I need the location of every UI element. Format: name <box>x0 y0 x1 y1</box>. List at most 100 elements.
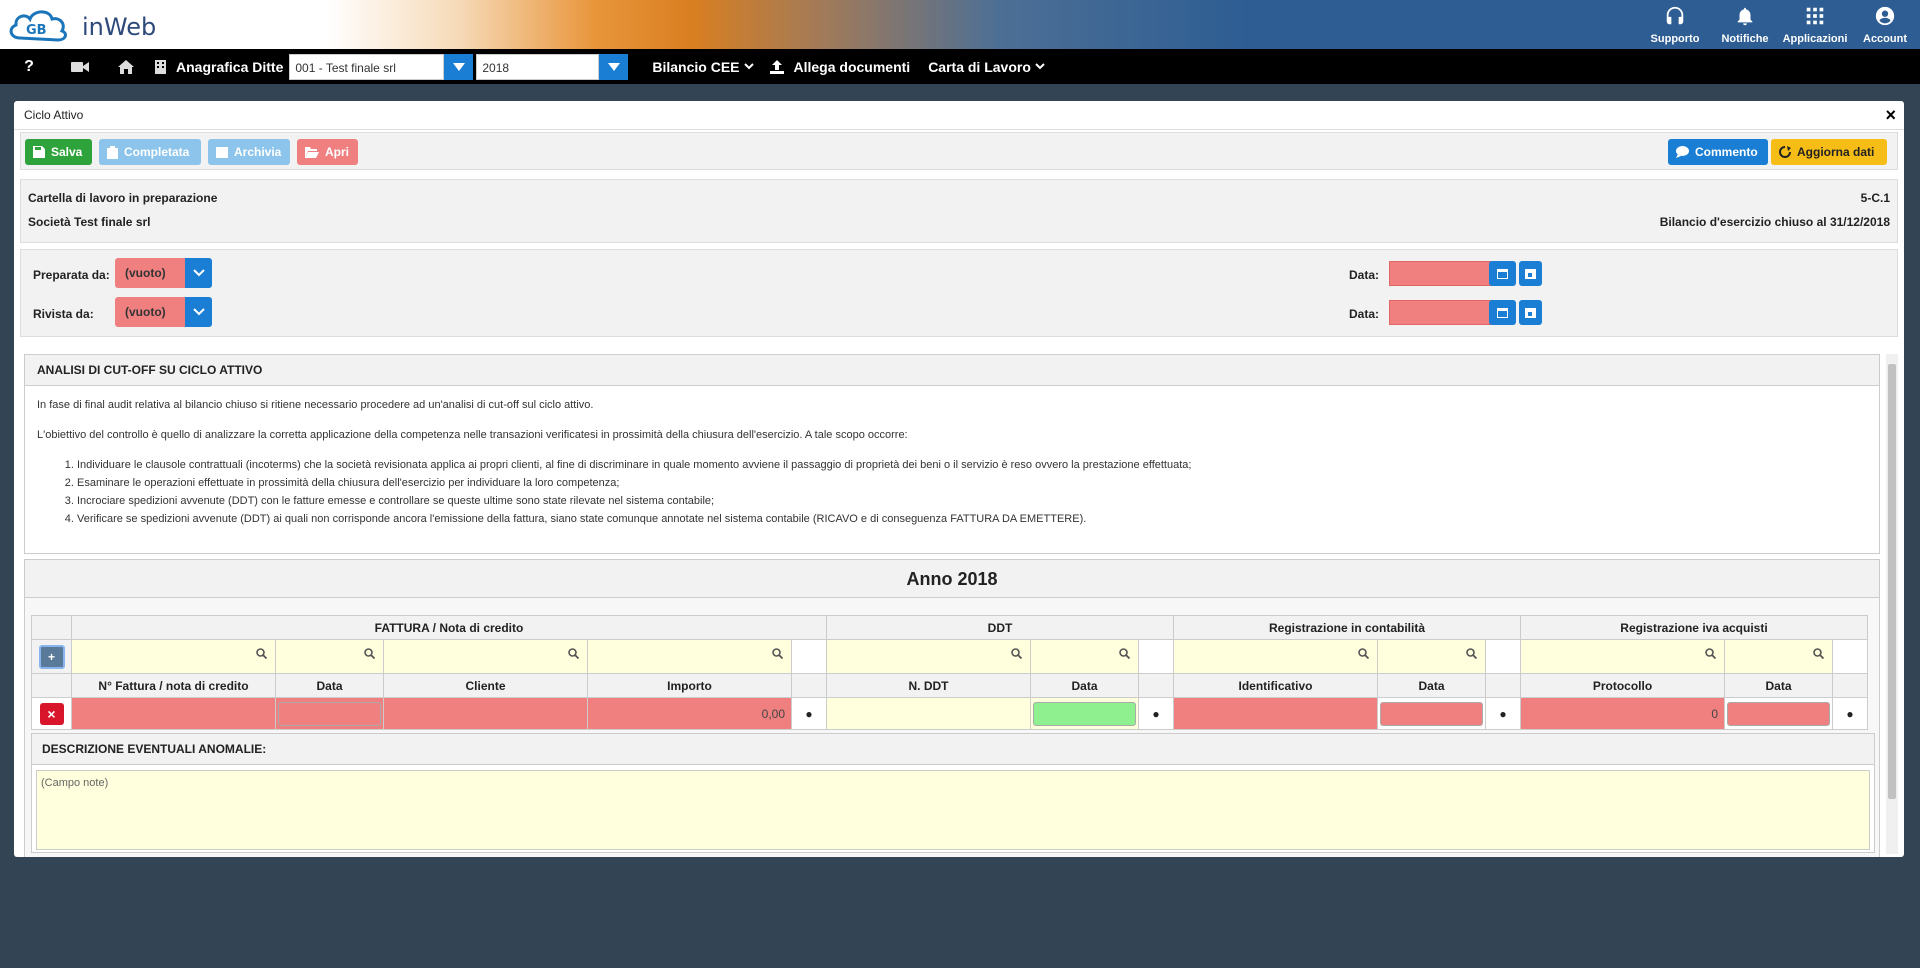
filter-input[interactable] <box>275 639 384 674</box>
column-header: Data <box>275 673 384 698</box>
company-select[interactable]: 001 - Test finale srl <box>289 53 474 80</box>
worksheet-info: Cartella di lavoro in preparazione Socie… <box>20 179 1898 243</box>
close-icon[interactable]: × <box>1885 105 1896 126</box>
search-icon <box>1813 648 1824 659</box>
add-row-cell: + <box>31 639 72 674</box>
gb-cloud-logo[interactable]: GB inWeb <box>6 4 156 46</box>
info-icon[interactable]: ● <box>1832 697 1868 730</box>
fiscal-period: Bilancio d'esercizio chiuso al 31/12/201… <box>1659 215 1890 229</box>
prepared-by-select[interactable]: (vuoto) <box>115 258 212 288</box>
info-icon[interactable]: ● <box>1138 697 1174 730</box>
empty-header <box>791 673 827 698</box>
analysis-list-item: Incrociare spedizioni avvenute (DDT) con… <box>77 492 1867 510</box>
save-button[interactable]: Salva <box>25 139 92 165</box>
registration-date-input[interactable] <box>1377 697 1486 730</box>
chevron-down-icon[interactable] <box>185 258 212 288</box>
grid-icon <box>1806 7 1824 25</box>
bell-icon <box>1737 7 1753 26</box>
account-label: Account <box>1863 33 1907 45</box>
filter-input[interactable] <box>1030 639 1139 674</box>
vat-date-input[interactable] <box>1724 697 1833 730</box>
reviewed-date-label: Data: <box>1349 307 1380 321</box>
open-button[interactable]: Apri <box>297 139 358 165</box>
filter-input[interactable] <box>1173 639 1378 674</box>
group-header: Registrazione in contabilità <box>1173 615 1521 640</box>
info-icon[interactable]: ● <box>1485 697 1521 730</box>
empty-cell <box>1138 639 1174 674</box>
menu-allega-documenti-label: Allega documenti <box>793 58 911 75</box>
prepared-by-value: (vuoto) <box>115 258 185 288</box>
scrollbar-thumb[interactable] <box>1888 364 1896 799</box>
account-icon <box>1875 6 1895 26</box>
protocol-input[interactable]: 0 <box>1520 697 1725 730</box>
delete-row-button[interactable]: × <box>39 702 64 725</box>
ddt-date-input[interactable] <box>1030 697 1139 730</box>
reviewed-by-label: Rivista da: <box>33 307 94 321</box>
comment-button[interactable]: Commento <box>1668 139 1768 165</box>
content-scrollbar[interactable] <box>1886 354 1898 854</box>
prepared-by-label: Preparata da: <box>33 268 110 282</box>
empty-header <box>1832 673 1868 698</box>
notes-textarea[interactable]: (Campo note) <box>36 770 1870 850</box>
account-button[interactable]: Account <box>1850 0 1920 49</box>
support-button[interactable]: Supporto <box>1640 0 1710 49</box>
archive-button[interactable]: Archivia <box>208 139 290 165</box>
refresh-icon <box>1779 146 1791 158</box>
search-icon <box>1119 648 1130 659</box>
notifications-button[interactable]: Notifiche <box>1710 0 1780 49</box>
filter-input[interactable] <box>383 639 588 674</box>
calendar-icon[interactable] <box>1489 261 1516 286</box>
reviewed-by-select[interactable]: (vuoto) <box>115 297 212 327</box>
filter-input[interactable] <box>71 639 276 674</box>
help-button[interactable]: ? <box>0 49 58 84</box>
preparation-section: Preparata da: (vuoto) Rivista da: (vuoto… <box>20 249 1898 337</box>
cutoff-analysis-section: ANALISI DI CUT-OFF SU CICLO ATTIVO In fa… <box>24 354 1880 554</box>
group-header: FATTURA / Nota di credito <box>71 615 827 640</box>
calendar-icon[interactable] <box>1489 300 1516 325</box>
year-select[interactable]: 2018 <box>476 53 629 80</box>
refresh-data-button[interactable]: Aggiorna dati <box>1771 139 1887 165</box>
column-header: Identificativo <box>1173 673 1378 698</box>
company-name: Società Test finale srl <box>28 215 151 229</box>
chevron-down-icon[interactable] <box>185 297 212 327</box>
home-icon <box>118 59 134 74</box>
chevron-down-icon[interactable] <box>444 53 474 80</box>
floppy-icon <box>33 146 45 158</box>
menu-allega-documenti[interactable]: Allega documenti <box>769 58 911 75</box>
empty-header <box>31 615 72 640</box>
upload-icon <box>769 59 784 74</box>
year-title: Anno 2018 <box>25 560 1879 598</box>
notifications-label: Notifiche <box>1721 33 1769 45</box>
delete-cell: × <box>31 697 72 730</box>
menu-bilancio-cee-label: Bilancio CEE <box>652 58 740 75</box>
calendar-today-icon[interactable] <box>1519 261 1542 286</box>
brand-name: inWeb <box>82 13 157 41</box>
comment-label: Commento <box>1695 145 1758 159</box>
completed-button[interactable]: Completata <box>99 139 201 165</box>
menu-bilancio-cee[interactable]: Bilancio CEE <box>652 58 754 75</box>
add-row-button[interactable]: + <box>38 644 65 669</box>
info-icon[interactable]: ● <box>791 697 827 730</box>
company-select-value: 001 - Test finale srl <box>289 53 445 80</box>
video-button[interactable] <box>58 49 102 84</box>
applications-button[interactable]: Applicazioni <box>1780 0 1850 49</box>
filter-input[interactable] <box>1377 639 1486 674</box>
identifier-input[interactable] <box>1173 697 1378 730</box>
search-icon <box>1466 648 1477 659</box>
calendar-today-icon[interactable] <box>1519 300 1542 325</box>
customer-input[interactable] <box>383 697 588 730</box>
invoice-date-input[interactable] <box>275 697 384 730</box>
chevron-down-icon <box>1035 63 1045 70</box>
amount-input[interactable]: 0,00 <box>587 697 792 730</box>
filter-input[interactable] <box>826 639 1031 674</box>
ddt-number-input[interactable] <box>826 697 1031 730</box>
home-button[interactable] <box>102 49 150 84</box>
chevron-down-icon[interactable] <box>599 53 629 80</box>
menu-carta-di-lavoro[interactable]: Carta di Lavoro <box>928 59 1045 75</box>
filter-input[interactable] <box>1520 639 1725 674</box>
panel-title: Ciclo Attivo <box>24 108 84 122</box>
filter-input[interactable] <box>587 639 792 674</box>
invoice-number-input[interactable] <box>71 697 276 730</box>
top-header: GB inWeb Supporto Notifiche Applicazioni… <box>0 0 1920 49</box>
filter-input[interactable] <box>1724 639 1833 674</box>
